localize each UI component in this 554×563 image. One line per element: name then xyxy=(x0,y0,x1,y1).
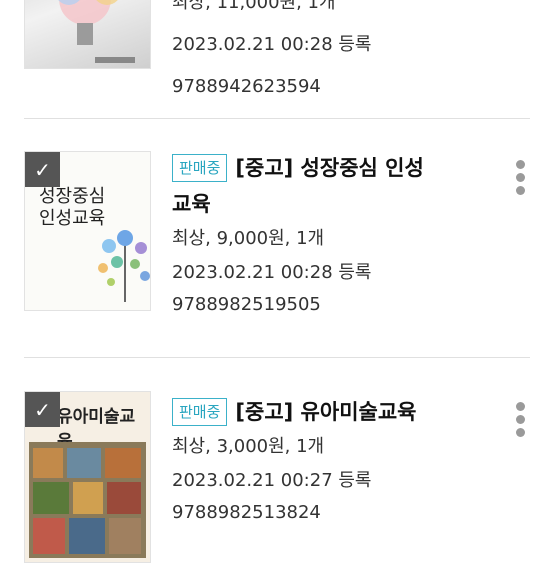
status-badge: 판매중 xyxy=(172,398,228,426)
status-badge: 판매중 xyxy=(172,154,228,182)
book-cover[interactable] xyxy=(24,0,151,69)
isbn: 9788982519505 xyxy=(172,294,321,315)
check-icon[interactable]: ✓ xyxy=(25,392,60,427)
divider xyxy=(24,357,530,358)
check-icon[interactable]: ✓ xyxy=(25,152,60,187)
more-vertical-icon[interactable] xyxy=(514,402,526,441)
item-title[interactable]: 판매중 [중고] 성장중심 인성 xyxy=(172,150,494,186)
list-item[interactable]: 최상, 11,000원, 1개 2023.02.21 00:28 등록 9788… xyxy=(0,0,554,100)
registered-date: 2023.02.21 00:27 등록 xyxy=(172,470,372,491)
book-cover[interactable]: 성장중심 인성교육 ✓ xyxy=(24,151,151,311)
registered-date: 2023.02.21 00:28 등록 xyxy=(172,262,372,283)
item-title-line1: [중고] 성장중심 인성 xyxy=(235,156,424,180)
isbn: 9788942623594 xyxy=(172,76,321,97)
more-vertical-icon[interactable] xyxy=(514,160,526,199)
price-condition: 최상, 9,000원, 1개 xyxy=(172,228,325,249)
item-title-text: [중고] 유아미술교육 xyxy=(235,400,417,424)
divider xyxy=(24,118,530,119)
isbn: 9788982513824 xyxy=(172,502,321,523)
list-item[interactable]: 성장중심 인성교육 ✓ 판매중 [중고] 성장중심 인성 교육 최상, 9,000… xyxy=(0,148,554,348)
list-item[interactable]: 유아미술교육 ✓ 판매중 [중고] 유아미술교육 최상, 3,000원, 1개 2… xyxy=(0,388,554,563)
item-title-line2: 교육 xyxy=(172,192,211,216)
price-condition: 최상, 11,000원, 1개 xyxy=(172,0,336,13)
registered-date: 2023.02.21 00:28 등록 xyxy=(172,34,372,55)
price-condition: 최상, 3,000원, 1개 xyxy=(172,436,325,457)
item-title[interactable]: 판매중 [중고] 유아미술교육 xyxy=(172,394,494,430)
book-cover[interactable]: 유아미술교육 ✓ xyxy=(24,391,151,563)
